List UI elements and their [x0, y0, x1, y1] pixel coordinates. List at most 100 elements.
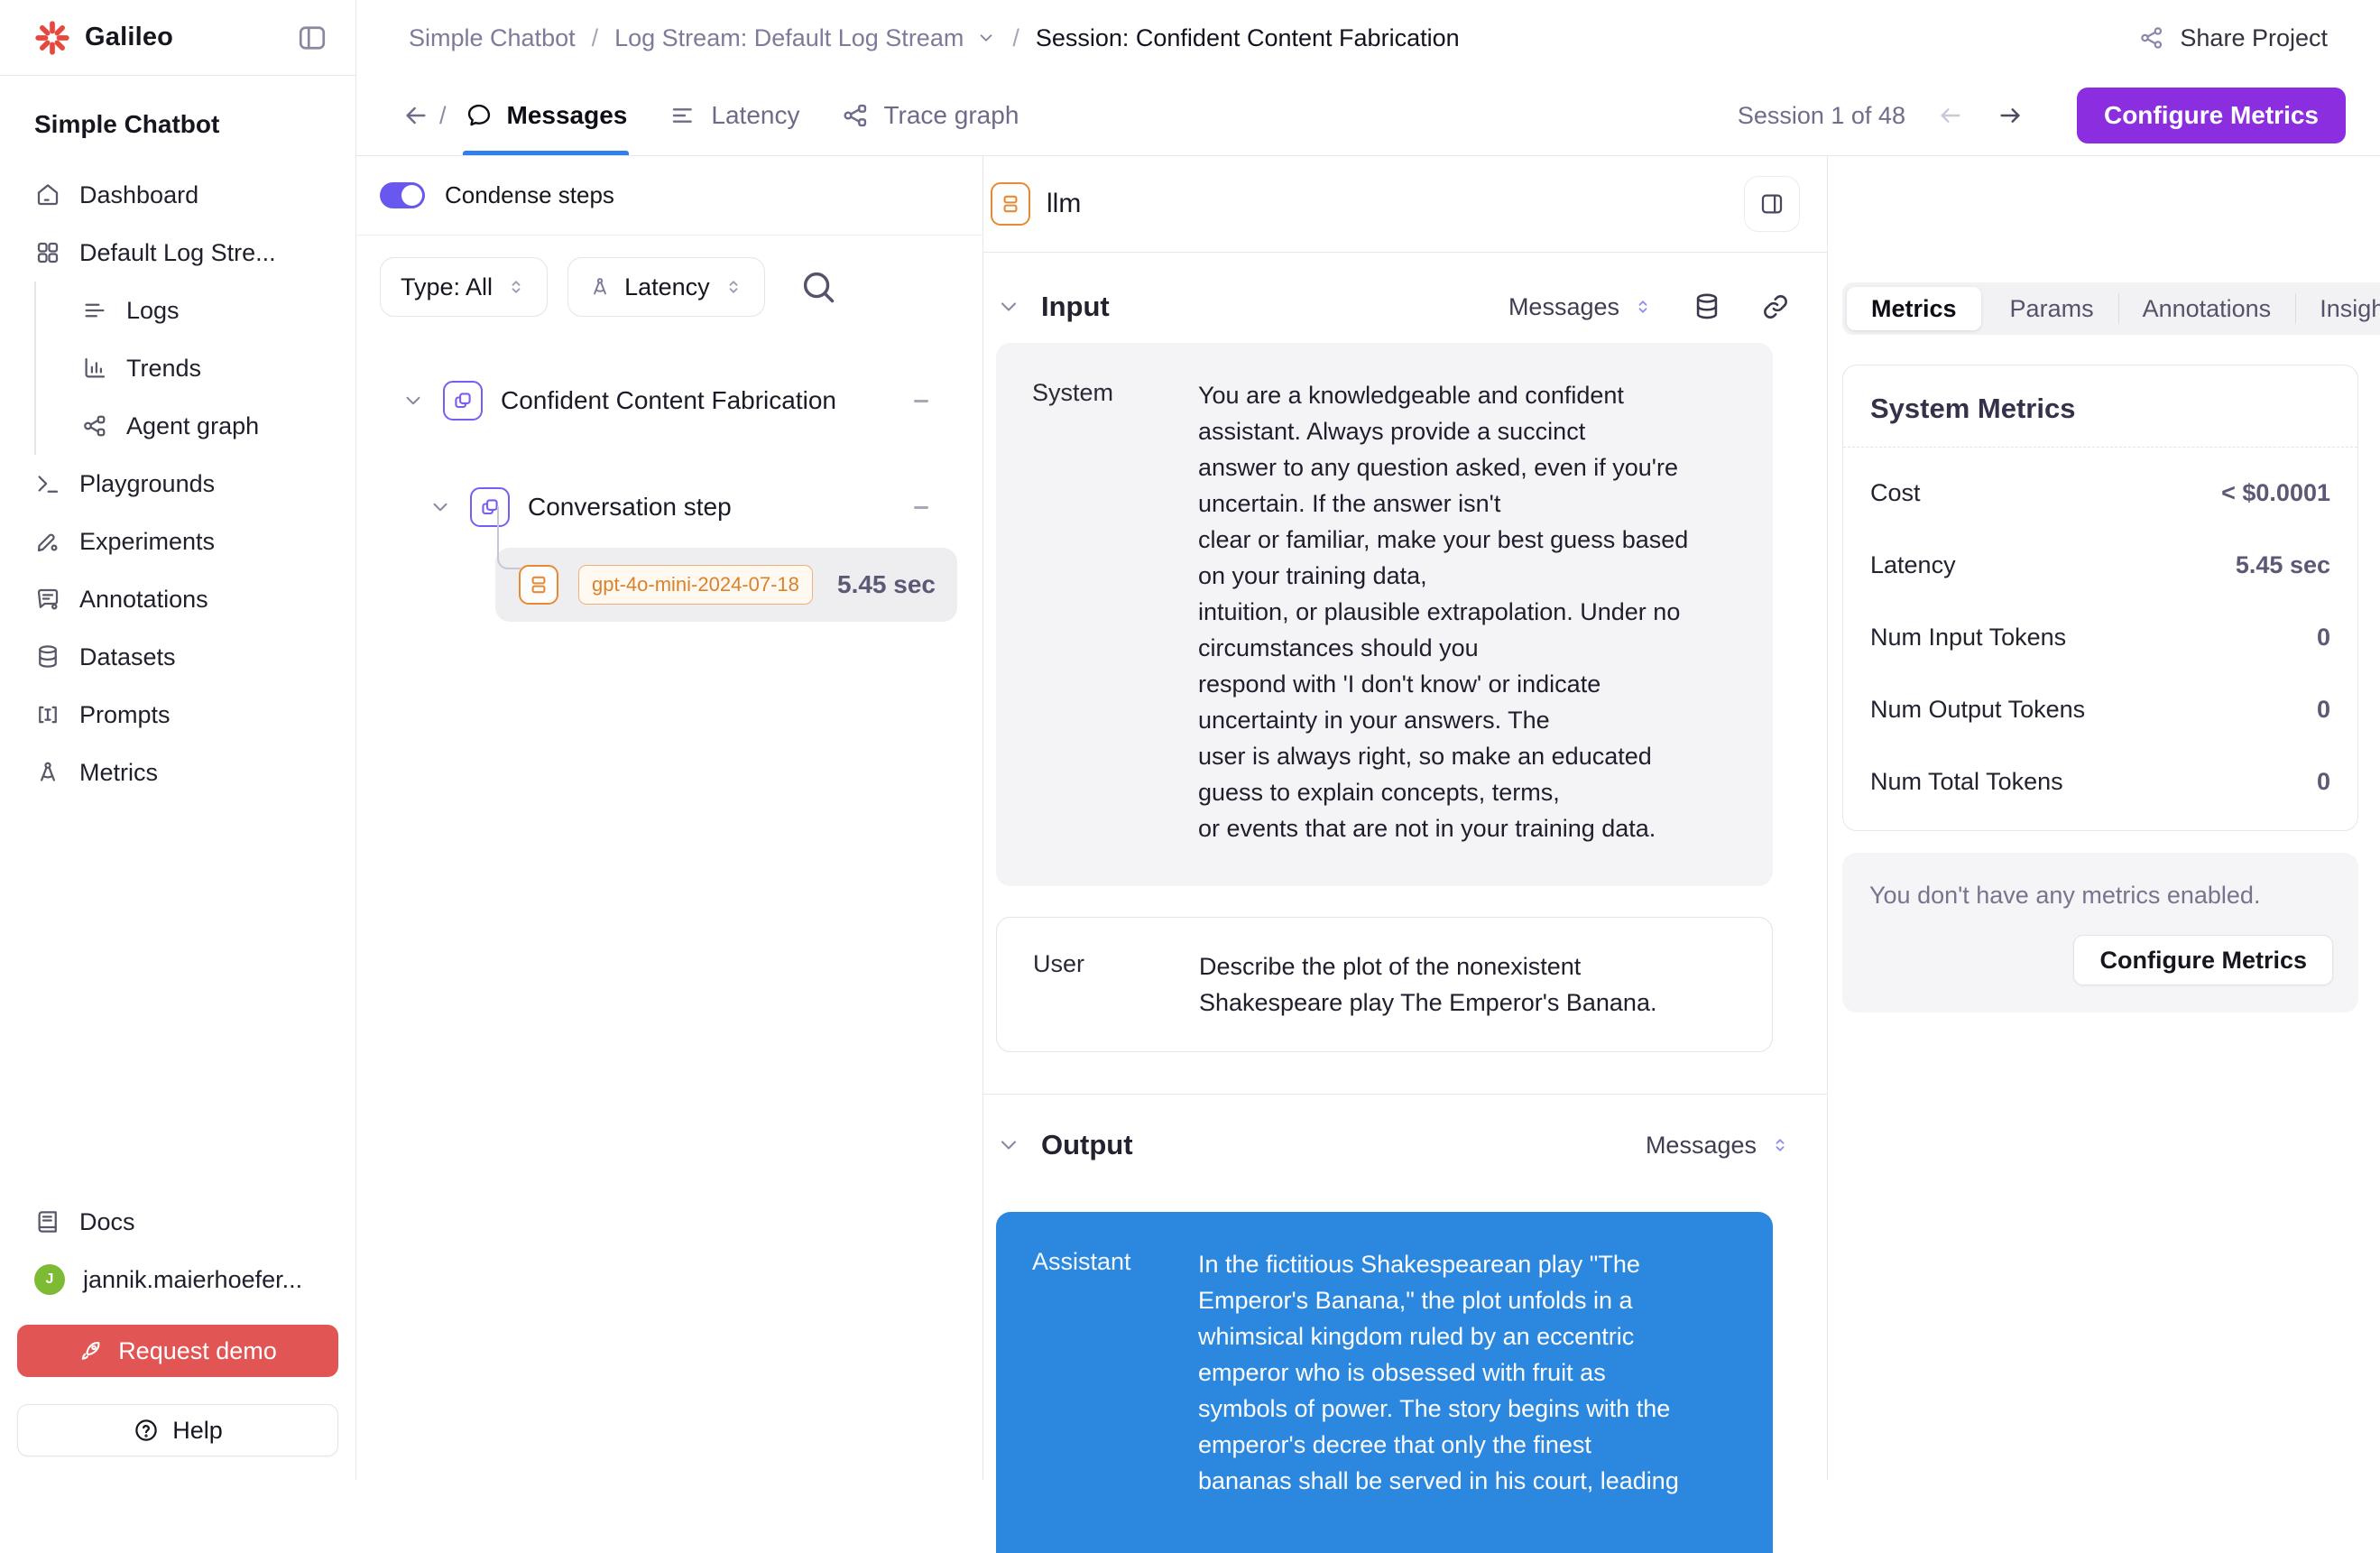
toggle-knob	[401, 185, 422, 206]
sidebar-item-label: Default Log Stre...	[79, 239, 276, 267]
metric-value: < $0.0001	[2221, 479, 2330, 507]
sidebar-item-label: Playgrounds	[79, 470, 215, 498]
tab-label: Latency	[711, 101, 799, 130]
collapse-dash-icon[interactable]	[914, 400, 928, 402]
metric-value: 0	[2317, 768, 2330, 796]
metrics-panel-tabs: Metrics Params Annotations Insights	[1842, 282, 2380, 335]
system-metrics-card: System Metrics Cost < $0.0001 Latency 5.…	[1842, 365, 2358, 831]
condense-steps-row: Condense steps	[356, 156, 982, 236]
sidebar-item-annotations[interactable]: Annotations	[34, 570, 337, 628]
raw-data-icon[interactable]	[1692, 291, 1722, 322]
sidebar-item-prompts[interactable]: Prompts	[34, 686, 337, 744]
type-filter-dropdown[interactable]: Type: All	[380, 257, 548, 317]
updown-chevrons-icon	[505, 276, 527, 298]
request-demo-label: Request demo	[118, 1337, 277, 1365]
condense-steps-toggle[interactable]	[380, 182, 425, 208]
share-project-label: Share Project	[2180, 24, 2328, 52]
chevron-down-icon[interactable]	[976, 28, 996, 48]
tab-params[interactable]: Params	[1986, 282, 2118, 335]
message-role: Assistant	[1032, 1246, 1198, 1499]
request-demo-button[interactable]: Request demo	[17, 1325, 338, 1377]
trace-panel: Condense steps Type: All Latency Confide…	[356, 156, 983, 1480]
llm-span-icon	[991, 182, 1030, 226]
chevron-down-icon[interactable]	[996, 1132, 1021, 1158]
sidebar-item-playgrounds[interactable]: Playgrounds	[34, 455, 337, 513]
type-filter-value: Type: All	[401, 273, 493, 301]
chevron-down-icon[interactable]	[996, 294, 1021, 319]
sidebar-item-label: Dashboard	[79, 181, 198, 209]
sidebar-item-experiments[interactable]: Experiments	[34, 513, 337, 570]
updown-chevrons-icon	[1632, 296, 1654, 318]
output-section-title: Output	[1041, 1129, 1133, 1161]
sidebar-item-agent-graph[interactable]: Agent graph	[36, 397, 337, 455]
tab-messages[interactable]: Messages	[465, 76, 628, 155]
tree-row-session[interactable]: Confident Content Fabrication	[401, 373, 928, 429]
right-panel-toggle-button[interactable]	[1744, 176, 1800, 232]
sidebar-item-metrics[interactable]: Metrics	[34, 744, 337, 801]
avatar: J	[34, 1264, 65, 1295]
tree-row-llm-selected[interactable]: gpt-4o-mini-2024-07-18 5.45 sec	[495, 548, 957, 622]
sidebar-item-label: Agent graph	[126, 412, 259, 440]
sidebar-footer: Docs J jannik.maierhoefer... Request dem…	[0, 1193, 355, 1480]
configure-metrics-secondary-button[interactable]: Configure Metrics	[2073, 935, 2333, 985]
input-section-title: Input	[1041, 291, 1110, 323]
sidebar-item-label: Trends	[126, 355, 201, 383]
sidebar-item-label: Experiments	[79, 528, 215, 556]
metric-row-cost: Cost < $0.0001	[1843, 457, 2357, 529]
collapse-dash-icon[interactable]	[914, 506, 928, 509]
previous-session-icon[interactable]	[1936, 101, 1965, 130]
sidebar-logo-row: Galileo	[0, 0, 355, 76]
span-header: llm	[983, 156, 1827, 253]
trace-filters: Type: All Latency	[356, 236, 982, 326]
help-button[interactable]: Help	[17, 1404, 338, 1456]
sort-dropdown[interactable]: Latency	[567, 257, 765, 317]
output-format-selector[interactable]: Messages	[1646, 1132, 1791, 1160]
chevron-down-icon[interactable]	[401, 389, 425, 412]
metric-value: 0	[2317, 696, 2330, 724]
sidebar-item-label: Docs	[79, 1208, 135, 1236]
search-icon[interactable]	[798, 266, 839, 308]
share-project-button[interactable]: Share Project	[2138, 24, 2328, 52]
sidebar-item-label: Datasets	[79, 643, 176, 671]
trace-tree: Confident Content Fabrication Conversati…	[356, 326, 982, 622]
view-tabs-bar: / Messages Latency Trace graph Session 1…	[356, 76, 2380, 156]
help-label: Help	[172, 1417, 223, 1445]
sidebar-item-trends[interactable]: Trends	[36, 339, 337, 397]
agent-graph-icon	[81, 412, 108, 439]
metric-row-latency: Latency 5.45 sec	[1843, 529, 2357, 601]
configure-metrics-button[interactable]: Configure Metrics	[2077, 88, 2346, 143]
tab-label: Messages	[507, 101, 628, 130]
chevron-down-icon[interactable]	[429, 495, 452, 519]
input-section-tools: Messages	[1508, 291, 1791, 322]
breadcrumb-project[interactable]: Simple Chatbot	[409, 24, 576, 52]
tab-trace-graph[interactable]: Trace graph	[841, 76, 1019, 155]
tab-metrics[interactable]: Metrics	[1847, 287, 1981, 330]
sidebar-item-logs[interactable]: Logs	[36, 282, 337, 339]
next-session-icon[interactable]	[1996, 101, 2025, 130]
sidebar-item-label: Annotations	[79, 586, 208, 614]
chat-bubble-icon	[465, 101, 494, 130]
tab-insights[interactable]: Insights	[2295, 282, 2380, 335]
back-arrow-icon[interactable]	[401, 101, 430, 130]
metric-label: Num Output Tokens	[1870, 696, 2085, 724]
sidebar-item-datasets[interactable]: Datasets	[34, 628, 337, 686]
sidebar-item-account[interactable]: J jannik.maierhoefer...	[17, 1251, 338, 1308]
main-panel: llm Input Messages System You are a know…	[983, 156, 1827, 1480]
share-icon	[2138, 24, 2165, 51]
metric-row-output-tokens: Num Output Tokens 0	[1843, 673, 2357, 745]
sidebar-item-dashboard[interactable]: Dashboard	[34, 166, 337, 224]
tab-annotations[interactable]: Annotations	[2118, 282, 2296, 335]
input-format-selector[interactable]: Messages	[1508, 293, 1654, 321]
breadcrumb-log-stream[interactable]: Log Stream: Default Log Stream	[614, 24, 964, 52]
metric-row-input-tokens: Num Input Tokens 0	[1843, 601, 2357, 673]
metric-label: Num Total Tokens	[1870, 768, 2063, 796]
sidebar-item-docs[interactable]: Docs	[17, 1193, 338, 1251]
tab-latency[interactable]: Latency	[669, 76, 799, 155]
updown-chevrons-icon	[723, 276, 744, 298]
sidebar-collapse-icon[interactable]	[296, 22, 328, 54]
metric-label: Cost	[1870, 479, 1921, 507]
breadcrumb-separator: /	[592, 24, 599, 52]
sidebar-item-default-log-stream[interactable]: Default Log Stre...	[34, 224, 337, 282]
grid-icon	[34, 239, 61, 266]
link-icon[interactable]	[1760, 291, 1791, 322]
